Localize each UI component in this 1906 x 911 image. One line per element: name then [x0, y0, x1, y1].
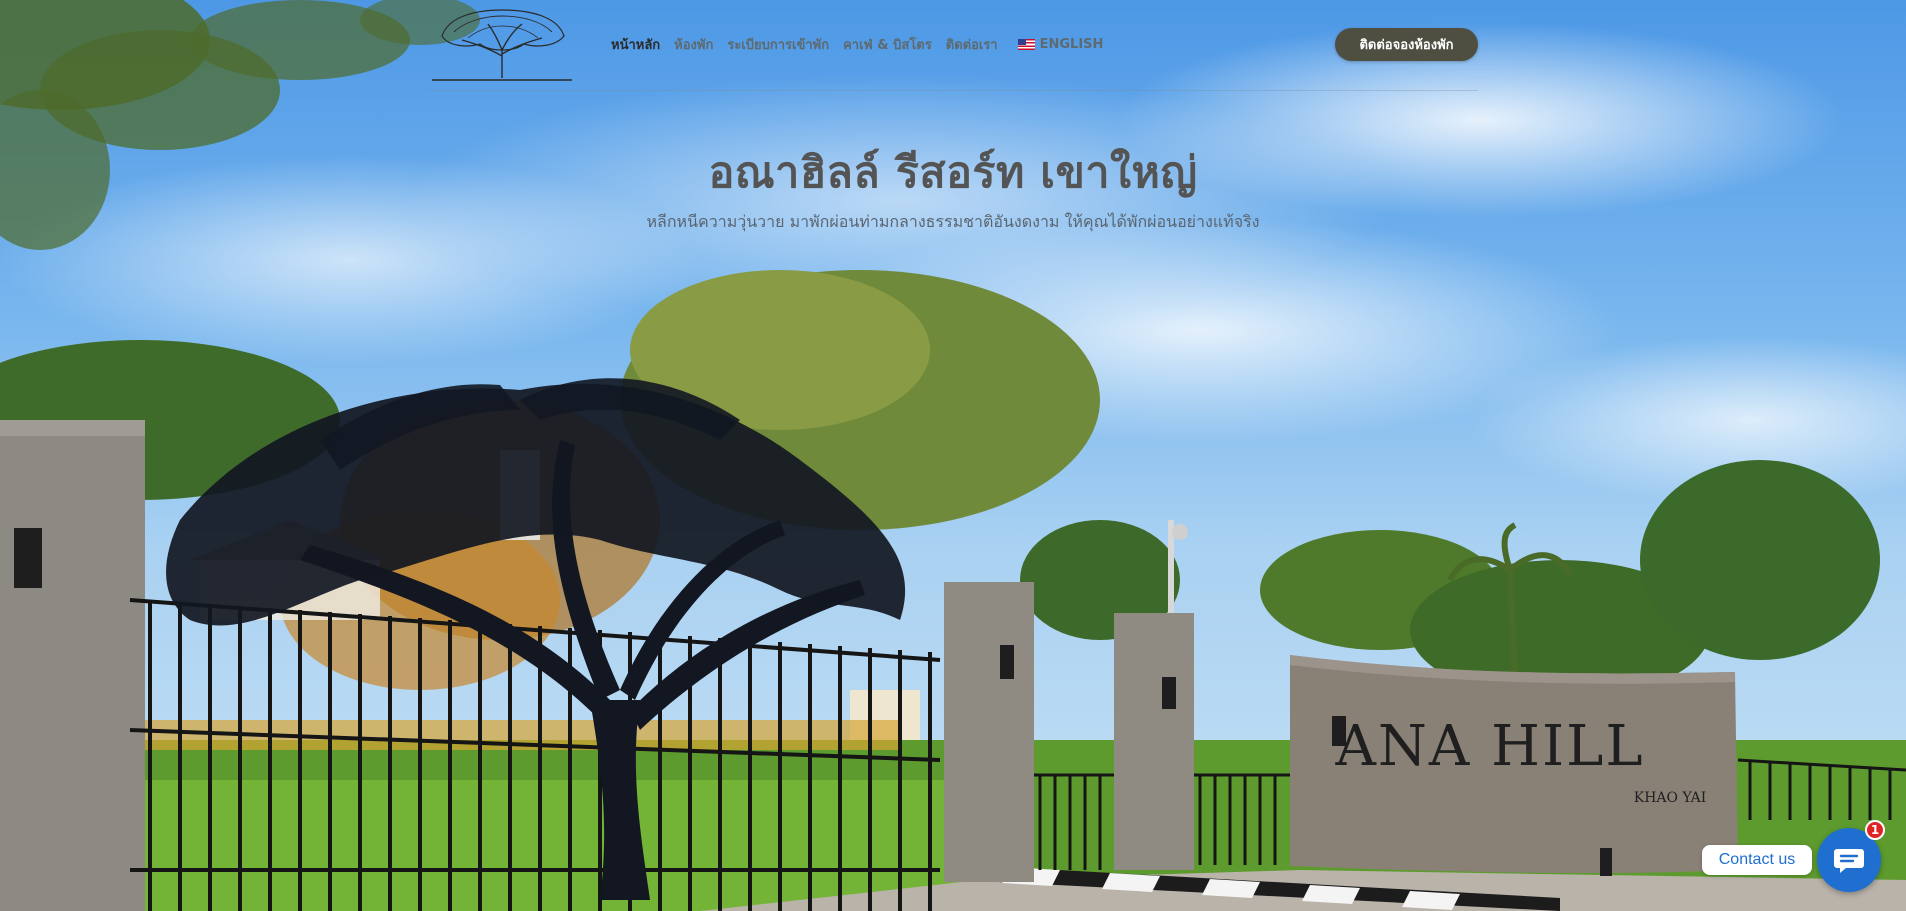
site-header: หน้าหลัก ห้องพัก ระเบียบการเข้าพัก คาเฟ่…	[0, 0, 1906, 92]
resort-gate-scene: ANA HILL KHAO YAI	[0, 0, 1906, 911]
hero-subtitle: หลีกหนีความวุ่นวาย มาพักผ่อนท่ามกลางธรรม…	[646, 212, 1260, 231]
nav-home[interactable]: หน้าหลัก	[611, 34, 660, 55]
notification-badge: 1	[1865, 820, 1885, 840]
sign-name: ANA HILL	[1334, 714, 1644, 779]
contact-us-label[interactable]: Contact us	[1702, 845, 1812, 875]
left-pillar	[0, 420, 145, 911]
nav-cafe-bistro[interactable]: คาเฟ่ & บิสโตร	[843, 34, 932, 55]
gate-pillar-2	[1114, 613, 1194, 870]
main-nav: หน้าหลัก ห้องพัก ระเบียบการเข้าพัก คาเฟ่…	[611, 34, 1103, 55]
hero-background: ANA HILL KHAO YAI	[0, 0, 1906, 911]
nav-contact[interactable]: ติดต่อเรา	[946, 34, 998, 55]
us-flag-icon	[1017, 39, 1035, 50]
nav-rooms[interactable]: ห้องพัก	[674, 34, 713, 55]
chat-bubble-icon	[1834, 849, 1864, 873]
nav-stay-rules[interactable]: ระเบียบการเข้าพัก	[727, 34, 829, 55]
hero-title: อณาฮิลล์ รีสอร์ท เขาใหญ่	[708, 148, 1198, 198]
language-switcher[interactable]: ENGLISH	[1017, 37, 1104, 52]
sign-location: KHAO YAI	[1634, 790, 1707, 806]
header-divider	[428, 90, 1478, 91]
tree-logo-icon[interactable]	[428, 4, 576, 84]
book-room-button[interactable]: ติดต่อจองห้องพัก	[1335, 28, 1478, 61]
gate-pillar-1	[944, 582, 1034, 882]
language-label: ENGLISH	[1039, 37, 1104, 52]
